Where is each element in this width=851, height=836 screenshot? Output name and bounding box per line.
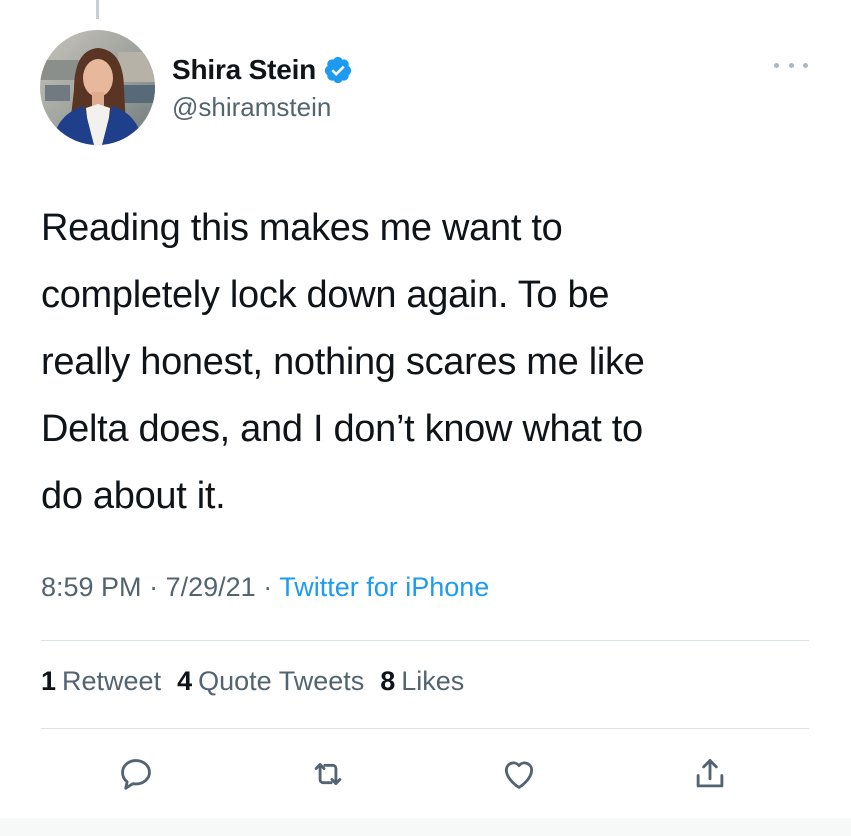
verified-badge-icon [324,56,352,84]
reply-icon [121,759,151,790]
author-name-row: Shira Stein [172,52,353,88]
like-icon [504,761,534,789]
profile-photo-icon [40,30,155,145]
like-label: Likes [401,666,465,696]
like-count: 8 [380,666,396,696]
retweets-stat[interactable]: 1 Retweet [41,666,161,697]
avatar[interactable] [40,30,155,145]
meta-separator: · [263,572,273,602]
author-handle[interactable]: @shiramstein [172,92,331,123]
share-button[interactable] [688,752,732,796]
bottom-edge [0,818,851,836]
more-dot-icon [788,62,794,68]
tweet-text: Reading this makes me want to completely… [41,207,645,517]
retweet-button[interactable] [306,752,350,796]
retweet-label: Retweet [62,666,162,696]
likes-stat[interactable]: 8 Likes [380,666,464,697]
retweet-icon [314,763,342,785]
like-button[interactable] [497,752,541,796]
divider [41,728,809,729]
more-options-button[interactable] [774,55,808,75]
display-name[interactable]: Shira Stein [172,54,316,86]
share-icon [696,759,724,788]
meta-separator: · [149,572,159,602]
divider [41,640,809,641]
more-dot-icon [774,62,779,68]
tweet-date[interactable]: 7/29/21 [166,572,256,602]
quote-tweet-count: 4 [177,666,193,696]
more-dot-icon [803,62,808,68]
tweet-time[interactable]: 8:59 PM [41,572,142,602]
tweet-meta: 8:59 PM · 7/29/21 · Twitter for iPhone [41,572,489,603]
quote-tweet-label: Quote Tweets [198,666,365,696]
quote-tweets-stat[interactable]: 4 Quote Tweets [177,666,364,697]
tweet-source-link[interactable]: Twitter for iPhone [279,572,489,602]
tweet-actions-bar [0,752,851,804]
retweet-count: 1 [41,666,57,696]
thread-connector-line [96,0,99,19]
engagement-stats: 1 Retweet 4 Quote Tweets 8 Likes [41,666,464,697]
reply-button[interactable] [114,752,158,796]
